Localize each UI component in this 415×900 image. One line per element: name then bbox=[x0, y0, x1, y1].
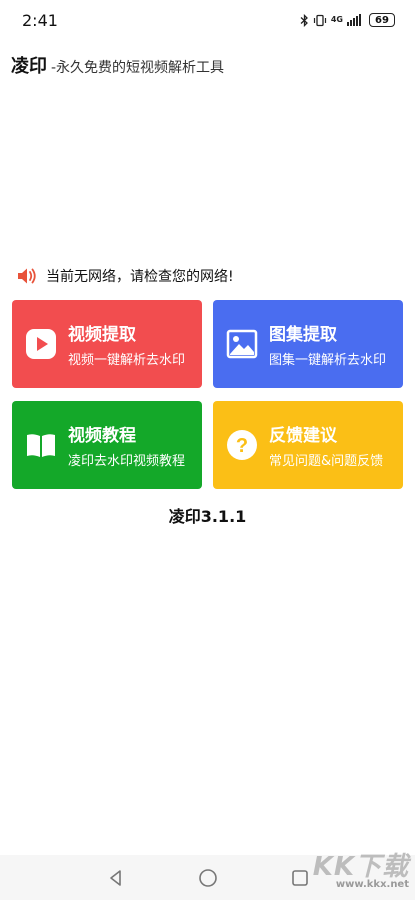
play-icon bbox=[24, 327, 58, 361]
question-icon: ? bbox=[225, 428, 259, 462]
network-notice: 当前无网络，请检查您的网络! bbox=[16, 266, 234, 286]
back-button[interactable] bbox=[104, 866, 128, 890]
video-extract-title: 视频提取 bbox=[68, 325, 136, 345]
network-type-label: 4G bbox=[330, 15, 343, 24]
feedback-subtitle: 常见问题&问题反馈 bbox=[269, 454, 384, 469]
signal-icon bbox=[347, 14, 361, 26]
svg-text:?: ? bbox=[236, 435, 248, 457]
book-icon bbox=[24, 428, 58, 462]
gallery-extract-title: 图集提取 bbox=[269, 325, 337, 345]
video-extract-subtitle: 视频一键解析去水印 bbox=[68, 353, 186, 368]
gallery-extract-subtitle: 图集一键解析去水印 bbox=[269, 353, 387, 368]
app-version: 凌印3.1.1 bbox=[168, 507, 247, 526]
network-notice-text: 当前无网络，请检查您的网络! bbox=[46, 269, 234, 285]
home-button[interactable] bbox=[196, 866, 220, 890]
home-icon bbox=[198, 868, 217, 887]
app-header: 凌印 -永久免费的短视频解析工具 bbox=[11, 52, 224, 78]
speaker-icon bbox=[18, 268, 36, 284]
app-name: 凌印 bbox=[11, 56, 47, 77]
feedback-card[interactable]: ? 反馈建议 常见问题&问题反馈 bbox=[213, 401, 403, 489]
status-icons: 4G 69 bbox=[300, 13, 395, 27]
battery-indicator: 69 bbox=[369, 13, 395, 27]
gallery-extract-card[interactable]: 图集提取 图集一键解析去水印 bbox=[213, 300, 403, 388]
bluetooth-icon bbox=[300, 13, 308, 27]
recents-icon bbox=[291, 869, 308, 886]
watermark: KK下载 www.kkx.net bbox=[313, 846, 409, 890]
vibrate-icon bbox=[313, 14, 326, 26]
feedback-title: 反馈建议 bbox=[269, 426, 337, 446]
status-time: 2:41 bbox=[22, 10, 58, 30]
status-bar: 2:41 4G 69 bbox=[0, 0, 415, 40]
watermark-logo: KK下载 bbox=[312, 852, 409, 882]
recents-button[interactable] bbox=[288, 866, 312, 890]
back-icon bbox=[109, 869, 121, 886]
video-tutorial-subtitle: 凌印去水印视频教程 bbox=[68, 454, 186, 469]
image-icon bbox=[225, 327, 259, 361]
video-extract-card[interactable]: 视频提取 视频一键解析去水印 bbox=[12, 300, 202, 388]
video-tutorial-title: 视频教程 bbox=[68, 426, 136, 446]
video-tutorial-card[interactable]: 视频教程 凌印去水印视频教程 bbox=[12, 401, 202, 489]
app-slogan: -永久免费的短视频解析工具 bbox=[51, 60, 225, 76]
